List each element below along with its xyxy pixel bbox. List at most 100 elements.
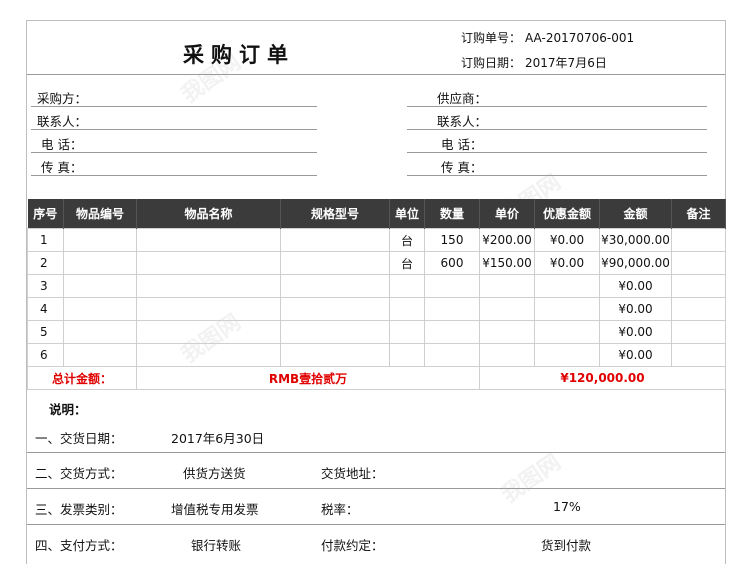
cell-price[interactable] bbox=[479, 274, 535, 298]
buyer-contact-label: 联系人： bbox=[37, 114, 88, 129]
delivery-date-label: 一、交货日期： bbox=[35, 431, 123, 446]
cell-spec[interactable] bbox=[280, 228, 390, 252]
cell-unit[interactable]: 台 bbox=[389, 228, 425, 252]
cell-discount[interactable]: ¥0.00 bbox=[534, 251, 600, 275]
cell-unit[interactable] bbox=[389, 274, 425, 298]
cell-no[interactable]: 5 bbox=[27, 320, 64, 344]
buyer-field[interactable] bbox=[31, 106, 317, 107]
page-title: 采购订单 bbox=[183, 43, 295, 67]
cell-price[interactable] bbox=[479, 343, 535, 367]
buyer-fax-label: 传 真： bbox=[41, 160, 83, 175]
cell-no[interactable]: 3 bbox=[27, 274, 64, 298]
buyer-phone-label: 电 话： bbox=[41, 137, 83, 152]
cell-price[interactable]: ¥150.00 bbox=[479, 251, 535, 275]
supplier-contact-field[interactable] bbox=[407, 129, 707, 130]
divider bbox=[27, 452, 725, 453]
divider bbox=[27, 488, 725, 489]
cell-amount[interactable]: ¥0.00 bbox=[599, 343, 672, 367]
cell-no[interactable]: 1 bbox=[27, 228, 64, 252]
buyer-contact-field[interactable] bbox=[31, 129, 317, 130]
cell-amount[interactable]: ¥30,000.00 bbox=[599, 228, 672, 252]
cell-code[interactable] bbox=[63, 251, 137, 275]
order-number: 订购单号： AA-20170706-001 bbox=[461, 29, 634, 46]
cell-note[interactable] bbox=[671, 343, 726, 367]
total-row: 总计金额： RMB壹拾贰万 ¥120,000.00 bbox=[27, 366, 726, 390]
buyer-fax-field[interactable] bbox=[31, 175, 317, 176]
cell-no[interactable]: 2 bbox=[27, 251, 64, 275]
cell-discount[interactable] bbox=[534, 274, 600, 298]
cell-amount[interactable]: ¥0.00 bbox=[599, 297, 672, 321]
supplier-phone-label: 电 话： bbox=[441, 137, 483, 152]
invoice-type-value[interactable]: 增值税专用发票 bbox=[171, 499, 259, 518]
cell-discount[interactable] bbox=[534, 343, 600, 367]
notes-title: 说明： bbox=[49, 402, 87, 417]
cell-amount[interactable]: ¥90,000.00 bbox=[599, 251, 672, 275]
cell-code[interactable] bbox=[63, 274, 137, 298]
supplier-field[interactable] bbox=[407, 106, 707, 107]
cell-name[interactable] bbox=[136, 297, 281, 321]
cell-name[interactable] bbox=[136, 251, 281, 275]
cell-price[interactable] bbox=[479, 320, 535, 344]
cell-qty[interactable] bbox=[424, 343, 480, 367]
items-table: 序号 物品编号 物品名称 规格型号 单位 数量 单价 优惠金额 金额 备注 1 … bbox=[27, 199, 726, 390]
supplier-fax-field[interactable] bbox=[407, 175, 707, 176]
order-date: 订购日期： 2017年7月6日 bbox=[461, 54, 607, 71]
payment-terms-value[interactable]: 货到付款 bbox=[541, 535, 591, 554]
cell-name[interactable] bbox=[136, 320, 281, 344]
cell-unit[interactable] bbox=[389, 343, 425, 367]
delivery-method-value[interactable]: 供货方送货 bbox=[183, 463, 246, 482]
cell-qty[interactable] bbox=[424, 274, 480, 298]
cell-qty[interactable] bbox=[424, 320, 480, 344]
cell-name[interactable] bbox=[136, 228, 281, 252]
cell-code[interactable] bbox=[63, 297, 137, 321]
cell-qty[interactable]: 150 bbox=[424, 228, 480, 252]
order-number-value: AA-20170706-001 bbox=[525, 31, 635, 45]
cell-spec[interactable] bbox=[280, 297, 390, 321]
cell-unit[interactable]: 台 bbox=[389, 251, 425, 275]
buyer-phone-field[interactable] bbox=[31, 152, 317, 153]
table-header-row: 序号 物品编号 物品名称 规格型号 单位 数量 单价 优惠金额 金额 备注 bbox=[27, 199, 726, 229]
order-date-value: 2017年7月6日 bbox=[525, 56, 607, 70]
cell-price[interactable]: ¥200.00 bbox=[479, 228, 535, 252]
cell-discount[interactable]: ¥0.00 bbox=[534, 228, 600, 252]
cell-amount[interactable]: ¥0.00 bbox=[599, 274, 672, 298]
col-header-discount: 优惠金额 bbox=[534, 199, 600, 229]
cell-name[interactable] bbox=[136, 274, 281, 298]
cell-code[interactable] bbox=[63, 343, 137, 367]
col-header-unit: 单位 bbox=[389, 199, 425, 229]
cell-discount[interactable] bbox=[534, 320, 600, 344]
cell-note[interactable] bbox=[671, 228, 726, 252]
cell-spec[interactable] bbox=[280, 251, 390, 275]
cell-discount[interactable] bbox=[534, 297, 600, 321]
table-row: 5 ¥0.00 bbox=[27, 320, 726, 344]
cell-amount[interactable]: ¥0.00 bbox=[599, 320, 672, 344]
cell-spec[interactable] bbox=[280, 274, 390, 298]
cell-no[interactable]: 4 bbox=[27, 297, 64, 321]
cell-price[interactable] bbox=[479, 297, 535, 321]
payment-terms-label: 付款约定： bbox=[321, 538, 384, 553]
cell-code[interactable] bbox=[63, 320, 137, 344]
cell-qty[interactable] bbox=[424, 297, 480, 321]
total-amount: ¥120,000.00 bbox=[479, 366, 726, 390]
cell-note[interactable] bbox=[671, 320, 726, 344]
col-header-note: 备注 bbox=[671, 199, 726, 229]
cell-no[interactable]: 6 bbox=[27, 343, 64, 367]
table-row: 3 ¥0.00 bbox=[27, 274, 726, 298]
delivery-date-value[interactable]: 2017年6月30日 bbox=[171, 428, 264, 447]
cell-unit[interactable] bbox=[389, 297, 425, 321]
cell-name[interactable] bbox=[136, 343, 281, 367]
cell-code[interactable] bbox=[63, 228, 137, 252]
cell-note[interactable] bbox=[671, 297, 726, 321]
col-header-price: 单价 bbox=[479, 199, 535, 229]
cell-note[interactable] bbox=[671, 251, 726, 275]
buyer-label: 采购方： bbox=[37, 91, 88, 106]
cell-spec[interactable] bbox=[280, 320, 390, 344]
tax-rate-value[interactable]: 17% bbox=[553, 499, 581, 514]
tax-rate-label: 税率： bbox=[321, 502, 359, 517]
cell-note[interactable] bbox=[671, 274, 726, 298]
cell-spec[interactable] bbox=[280, 343, 390, 367]
cell-qty[interactable]: 600 bbox=[424, 251, 480, 275]
cell-unit[interactable] bbox=[389, 320, 425, 344]
supplier-phone-field[interactable] bbox=[407, 152, 707, 153]
payment-method-value[interactable]: 银行转账 bbox=[191, 535, 241, 554]
